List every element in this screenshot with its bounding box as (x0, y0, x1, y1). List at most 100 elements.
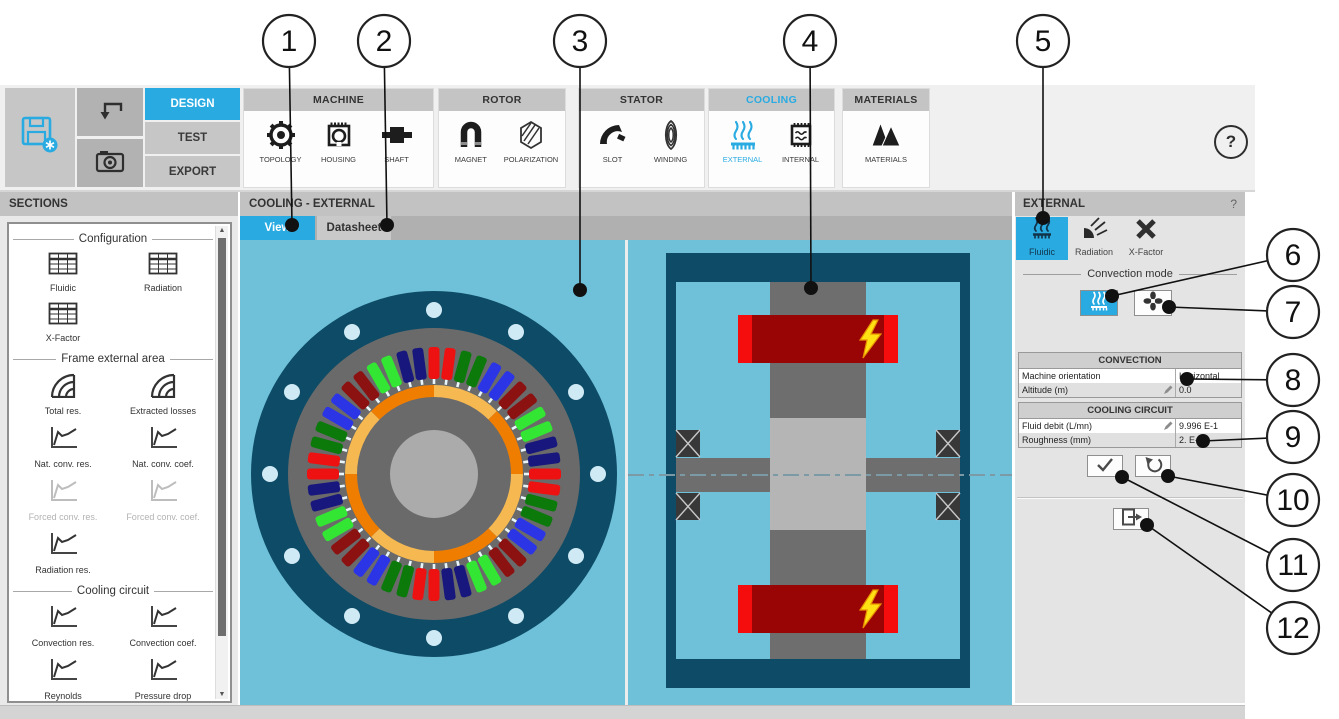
section-item-convection-res[interactable]: Convection res. (13, 604, 113, 648)
tab-x-factor[interactable]: X-Factor (1120, 217, 1172, 260)
design-mode-button[interactable]: DESIGN (145, 88, 240, 120)
callout-number: 11 (1277, 549, 1308, 582)
ribbon-item-slot[interactable]: SLOT (585, 118, 641, 164)
shaft-section (390, 430, 478, 518)
chart-icon (47, 425, 79, 456)
arcs-icon (48, 372, 78, 403)
natural-convection-button[interactable] (1080, 290, 1118, 316)
section-item-extracted-losses[interactable]: Extracted losses (113, 372, 213, 416)
bearing-icon (676, 430, 700, 457)
radial-view-panel[interactable] (240, 240, 625, 705)
table-row[interactable]: Roughness (mm) 2. E-3 (1019, 433, 1241, 447)
ribbon-item-magnet[interactable]: MAGNET (443, 118, 499, 164)
ribbon-group-title: ROTOR (439, 89, 565, 111)
ribbon-item-materials[interactable]: MATERIALS (858, 118, 914, 164)
forced-convection-button[interactable] (1134, 290, 1172, 316)
row-label: Machine orientation (1022, 371, 1101, 381)
export-section-button[interactable] (1113, 508, 1149, 530)
apply-button[interactable] (1087, 455, 1123, 477)
table-row[interactable]: Machine orientation Horizontal (1019, 369, 1241, 383)
export-mode-button[interactable]: EXPORT (145, 156, 240, 187)
chart-icon (147, 657, 179, 688)
housing-icon (321, 118, 357, 152)
section-item-convection-coef[interactable]: Convection coef. (113, 604, 213, 648)
section-item-forced-conv-coef[interactable]: Forced conv. coef. (113, 478, 213, 522)
tab-radiation[interactable]: Radiation (1068, 217, 1120, 260)
table-row[interactable]: Altitude (m) 0.0 (1019, 383, 1241, 397)
magnet-icon (453, 118, 489, 152)
section-item-total-res[interactable]: Total res. (13, 372, 113, 416)
ribbon-group-title: COOLING (709, 89, 834, 111)
callout-number: 4 (802, 25, 819, 58)
undo-button[interactable] (77, 88, 143, 136)
callout-number: 2 (376, 25, 393, 58)
frame-bolt-hole (284, 548, 300, 564)
altitude-value[interactable]: 0.0 (1176, 383, 1241, 397)
section-item-pressure-drop[interactable]: Pressure drop (113, 657, 213, 701)
callout-circle (1267, 286, 1319, 338)
tab-fluidic[interactable]: Fluidic (1016, 217, 1068, 260)
machine-orientation-value[interactable]: Horizontal (1176, 369, 1241, 383)
section-item-x-factor[interactable]: X-Factor (13, 302, 113, 343)
panel-help-icon[interactable]: ? (1230, 197, 1237, 211)
callout-circle (1267, 229, 1319, 281)
table-row[interactable]: Fluid debit (L/mn) 9.996 E-1 (1019, 419, 1241, 433)
table-icon (48, 302, 78, 330)
section-item-nat-conv-coef[interactable]: Nat. conv. coef. (113, 425, 213, 469)
callout-number: 6 (1285, 239, 1302, 272)
section-item-radiation-res[interactable]: Radiation res. (13, 531, 113, 575)
save-button[interactable] (5, 88, 75, 187)
scroll-up-icon[interactable]: ▲ (216, 227, 228, 234)
external-panel-header: EXTERNAL ? (1015, 192, 1245, 216)
export-document-icon (1118, 507, 1144, 532)
sections-scrollbar[interactable]: ▲ ▼ (215, 226, 228, 699)
panel-separator (1017, 497, 1243, 499)
frame-bolt-hole (426, 302, 442, 318)
section-item-fluidic[interactable]: Fluidic (13, 252, 113, 293)
ribbon-item-topology[interactable]: TOPOLOGY (253, 118, 309, 164)
ribbon-item-shaft[interactable]: SHAFT (369, 118, 425, 164)
section-item-nat-conv-res[interactable]: Nat. conv. res. (13, 425, 113, 469)
scrollbar-thumb[interactable] (218, 238, 226, 636)
ribbon-item-polarization[interactable]: POLARIZATION (501, 118, 561, 164)
main-tabbar: View Datasheet (240, 216, 1012, 240)
stator-slot (429, 347, 440, 379)
section-divider-cooling-circuit: Cooling circuit (13, 585, 213, 597)
radial-cross-section (240, 240, 625, 705)
ribbon-item-label: SLOT (603, 155, 623, 164)
section-item-label: Nat. conv. res. (34, 459, 91, 469)
fluid-debit-value[interactable]: 9.996 E-1 (1176, 419, 1241, 433)
ribbon-item-label: MATERIALS (865, 155, 907, 164)
chart-icon (47, 604, 79, 635)
frame-bolt-hole (508, 608, 524, 624)
axial-view-panel[interactable] (628, 240, 1012, 705)
ribbon-group-machine: MACHINE TOPOLOGY (243, 88, 434, 188)
ribbon-item-cooling-external[interactable]: EXTERNAL (715, 118, 771, 164)
help-button[interactable]: ? (1214, 125, 1248, 159)
tab-datasheet[interactable]: Datasheet (317, 216, 391, 240)
ribbon-item-cooling-internal[interactable]: INTERNAL (773, 118, 829, 164)
callout-circle (358, 15, 410, 67)
section-item-reynolds[interactable]: Reynolds (13, 657, 113, 701)
test-mode-button[interactable]: TEST (145, 122, 240, 154)
tab-view[interactable]: View (240, 216, 315, 240)
ribbon-item-winding[interactable]: WINDING (643, 118, 699, 164)
shaft-top (770, 282, 866, 315)
tab-label: Radiation (1075, 247, 1113, 257)
frame-bolt-hole (590, 466, 606, 482)
section-item-radiation[interactable]: Radiation (113, 252, 213, 293)
ribbon-group-title: STATOR (579, 89, 704, 111)
edit-pen-icon (1164, 385, 1173, 396)
section-item-label: Forced conv. res. (29, 512, 98, 522)
save-icon (19, 115, 61, 160)
screenshot-button[interactable] (77, 139, 143, 187)
callout-number: 10 (1276, 484, 1309, 517)
section-item-forced-conv-res[interactable]: Forced conv. res. (13, 478, 113, 522)
scroll-down-icon[interactable]: ▼ (216, 691, 228, 698)
ribbon-group-materials: MATERIALS MATERIALS (842, 88, 930, 188)
roughness-value[interactable]: 2. E-3 (1176, 433, 1241, 447)
restore-button[interactable] (1135, 455, 1171, 477)
arcs-icon (148, 372, 178, 403)
ribbon-item-housing[interactable]: HOUSING (311, 118, 367, 164)
section-item-label: Pressure drop (135, 691, 192, 701)
